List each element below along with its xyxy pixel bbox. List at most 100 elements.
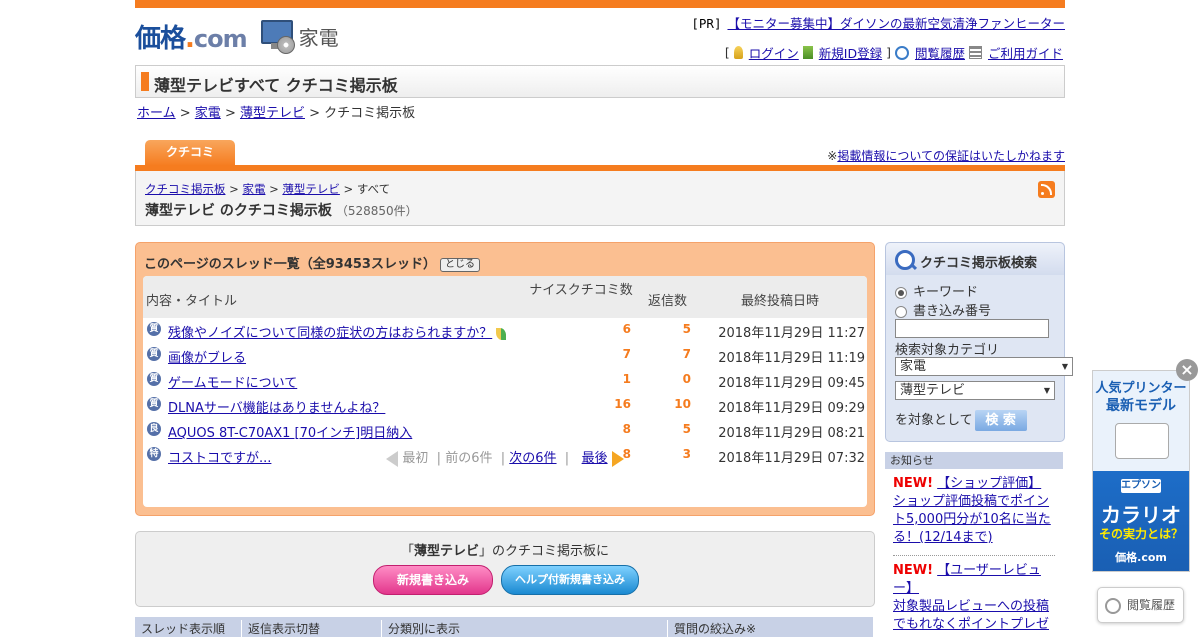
rss-icon[interactable] bbox=[1038, 181, 1055, 198]
search-button[interactable]: 検 索 bbox=[974, 410, 1027, 431]
disclaimer-link[interactable]: 掲載情報についての保証はいたしかねます bbox=[837, 149, 1065, 163]
thread-table-header: 内容・タイトル ナイスクチコミ数 返信数 最終投稿日時 bbox=[143, 276, 867, 318]
thread-reply-count: 10 bbox=[674, 397, 691, 411]
tab-kuchikomi[interactable]: クチコミ bbox=[145, 140, 235, 166]
category-label: 家電 bbox=[298, 25, 339, 50]
table-row[interactable]: 良 AQUOS 8T-C70AX1 [70インチ]明日納入 8 5 2018年11月29… bbox=[143, 418, 867, 443]
bbs-crumb-tv[interactable]: 薄型テレビ bbox=[282, 182, 340, 196]
thread-list-panel: このページのスレッド一覧（全93453スレッド） とじる 内容・タイトル ナイスク… bbox=[135, 242, 875, 516]
breadcrumb-home[interactable]: ホーム bbox=[137, 106, 176, 121]
thread-reply-count: 7 bbox=[682, 347, 691, 361]
ad-line-5: 価格.com bbox=[1115, 551, 1167, 564]
category-select-1[interactable]: 家電 bbox=[895, 357, 1073, 376]
thread-type-badge: 質 bbox=[147, 347, 161, 361]
ad-line-4: その実力とは？ bbox=[1098, 527, 1183, 541]
search-input[interactable] bbox=[895, 319, 1049, 338]
ad-close-icon[interactable]: × bbox=[1176, 359, 1198, 381]
table-row[interactable]: 質残像やノイズについて同様の症状の方はおられますか？ 6 5 2018年11月29日 … bbox=[143, 318, 867, 343]
download-user-icon bbox=[802, 46, 813, 59]
filter-sort-order[interactable]: スレッド表示順 bbox=[135, 620, 225, 640]
logo-text: 価格.com bbox=[135, 23, 248, 54]
ad-line-2: 最新モデル bbox=[1106, 398, 1176, 414]
last-arrow-icon[interactable] bbox=[611, 450, 624, 467]
radio-post-number[interactable]: 書き込み番号 bbox=[895, 300, 991, 319]
thread-last-post: 2018年11月29日 11:27 bbox=[718, 326, 865, 341]
thread-reply-count: 0 bbox=[682, 372, 691, 386]
breadcrumb-appliance[interactable]: 家電 bbox=[195, 106, 221, 121]
login-link[interactable]: ログイン bbox=[749, 43, 799, 62]
register-link[interactable]: 新規ID登録 bbox=[819, 43, 882, 62]
ad-brand: エプソン bbox=[1121, 479, 1161, 493]
post-prompt: 「薄型テレビ」のクチコミ掲示板に bbox=[400, 544, 610, 559]
thread-last-post: 2018年11月29日 09:45 bbox=[718, 376, 865, 391]
table-row[interactable]: 質ゲームモードについて 1 0 2018年11月29日 09:45 bbox=[143, 368, 867, 393]
pr-tag: [PR] bbox=[691, 16, 722, 31]
table-row[interactable]: 質 DLNAサーバ機能はありませんよね？ 16 10 2018年11月29日 09:29 bbox=[143, 393, 867, 418]
filter-by-category[interactable]: 分類別に表示 bbox=[381, 620, 460, 640]
pr-banner: [PR] 【モニター募集中】ダイソンの最新空気清浄ファンヒーター bbox=[691, 13, 1065, 32]
thread-title-link[interactable]: ゲームモードについて bbox=[168, 376, 297, 391]
thread-title-link[interactable]: DLNAサーバ機能はありませんよね？ bbox=[168, 401, 385, 416]
history-link[interactable]: 閲覧履歴 bbox=[915, 43, 965, 62]
user-nav: [ ログイン 新規ID登録 ] 閲覧履歴 ご利用ガイド bbox=[725, 43, 1063, 62]
col-nice[interactable]: ナイスクチコミ数 bbox=[528, 283, 634, 298]
guide-book-icon bbox=[968, 46, 982, 59]
ad-line-3: カラリオ bbox=[1101, 503, 1181, 527]
thread-last-post: 2018年11月29日 09:29 bbox=[718, 401, 865, 416]
col-title[interactable]: 内容・タイトル bbox=[146, 290, 237, 309]
page-title: 薄型テレビすべて クチコミ掲示板 bbox=[154, 76, 398, 95]
bbs-heading: 薄型テレビ のクチコミ掲示板 （528850件） bbox=[145, 203, 418, 219]
thread-title: AQUOS 8T-C70AX1 [70インチ]明日納入 bbox=[168, 422, 412, 441]
disclaimer-notice: ※掲載情報についての保証はいたしかねます bbox=[827, 149, 1065, 163]
radio-keyword[interactable]: キーワード bbox=[895, 281, 978, 300]
guide-link[interactable]: ご利用ガイド bbox=[988, 43, 1063, 62]
col-last-post[interactable]: 最終投稿日時 bbox=[741, 290, 819, 309]
appliance-pc-icon bbox=[259, 18, 295, 54]
pager-first: 最初 bbox=[402, 451, 429, 466]
close-thread-list-button[interactable]: とじる bbox=[439, 257, 480, 272]
site-logo[interactable]: 価格.com 家電 bbox=[135, 18, 339, 54]
thread-title: 画像がブレる bbox=[168, 347, 246, 366]
thread-nice-count: 1 bbox=[622, 372, 631, 386]
thread-list-header: このページのスレッド一覧（全93453スレッド） とじる bbox=[144, 253, 480, 272]
category-label: 検索対象カテゴリ bbox=[895, 343, 1000, 358]
thread-type-badge: 質 bbox=[147, 372, 161, 386]
breadcrumb-current: クチコミ掲示板 bbox=[324, 106, 416, 121]
printer-ad[interactable]: 人気プリンター 最新モデル エプソン カラリオ その実力とは？ 価格.com bbox=[1092, 370, 1190, 572]
news-title: お知らせ bbox=[885, 452, 1063, 469]
bbs-crumb-bbs[interactable]: クチコミ掲示板 bbox=[145, 182, 226, 196]
col-replies[interactable]: 返信数 bbox=[648, 290, 687, 309]
thread-title: 残像やノイズについて同様の症状の方はおられますか？ bbox=[168, 322, 507, 341]
new-post-button[interactable]: 新規書き込み bbox=[373, 565, 493, 595]
nav-bracket-open: [ bbox=[724, 45, 730, 60]
search-icon bbox=[895, 250, 915, 270]
breadcrumb-tv[interactable]: 薄型テレビ bbox=[240, 106, 305, 121]
ad-line-1: 人気プリンター bbox=[1095, 381, 1187, 396]
title-marker bbox=[141, 72, 149, 91]
news-item[interactable]: NEW! 【ユーザーレビュー】 対象製品レビューへの投稿でもれなくポイントプレゼ bbox=[893, 562, 1055, 642]
thread-title-link[interactable]: AQUOS 8T-C70AX1 [70インチ]明日納入 bbox=[168, 426, 412, 441]
pager-next[interactable]: 次の6件 bbox=[509, 451, 556, 466]
thread-nice-count: 6 bbox=[622, 322, 631, 336]
help-new-post-button[interactable]: ヘルプ付新規書き込み bbox=[501, 565, 639, 595]
table-row[interactable]: 質画像がブレる 7 7 2018年11月29日 11:19 bbox=[143, 343, 867, 368]
category-select-2[interactable]: 薄型テレビ bbox=[895, 381, 1055, 400]
thread-type-badge: 質 bbox=[147, 397, 161, 411]
thread-table: 内容・タイトル ナイスクチコミ数 返信数 最終投稿日時 質残像やノイズについて同… bbox=[143, 276, 867, 507]
bbs-header-box: クチコミ掲示板 > 家電 > 薄型テレビ > すべて 薄型テレビ のクチコミ掲示… bbox=[135, 171, 1065, 226]
pager-prev: 前の6件 bbox=[445, 451, 493, 466]
thread-nice-count: 7 bbox=[622, 347, 631, 361]
thread-title-link[interactable]: 画像がブレる bbox=[168, 351, 246, 366]
search-header: クチコミ掲示板検索 bbox=[886, 243, 1064, 275]
filter-reply-toggle[interactable]: 返信表示切替 bbox=[241, 620, 320, 640]
thread-title-link[interactable]: 残像やノイズについて同様の症状の方はおられますか？ bbox=[168, 326, 492, 341]
top-accent-bar bbox=[135, 0, 1065, 8]
news-item[interactable]: NEW! 【ショップ評価】 ショップ評価投稿でポイント5,000円分が10名に当た… bbox=[893, 475, 1055, 556]
pr-link[interactable]: 【モニター募集中】ダイソンの最新空気清浄ファンヒーター bbox=[727, 16, 1065, 31]
floating-history-button[interactable]: 閲覧履歴 bbox=[1097, 587, 1184, 623]
filter-questions[interactable]: 質問の絞込み※ bbox=[667, 620, 756, 640]
bbs-search-panel: クチコミ掲示板検索 キーワード 書き込み番号 検索対象カテゴリ 家電 薄型テレビ… bbox=[885, 242, 1073, 442]
pager-last[interactable]: 最後 bbox=[582, 451, 608, 466]
bbs-crumb-appliance[interactable]: 家電 bbox=[242, 182, 265, 196]
thread-reply-count: 5 bbox=[682, 322, 691, 336]
